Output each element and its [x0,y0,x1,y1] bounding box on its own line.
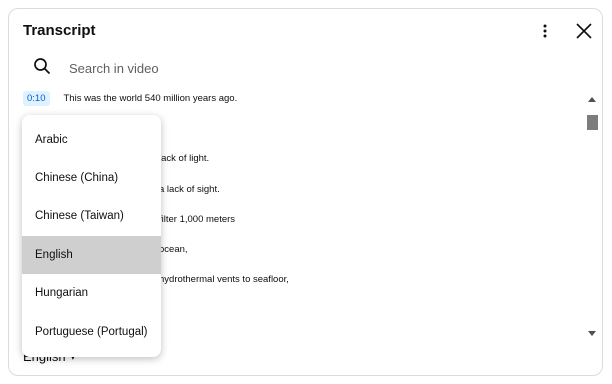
close-icon [575,22,593,45]
segment-text: ocean, [159,243,188,255]
more-options-button[interactable] [533,21,557,45]
language-option-chinese-china[interactable]: Chinese (China) [22,159,161,197]
segment-text: lack of light. [159,152,210,164]
more-vert-icon [537,23,553,44]
scroll-thumb[interactable] [587,115,598,130]
language-dropdown-menu: Arabic Chinese (China) Chinese (Taiwan) … [22,115,161,357]
segment-text: This was the world 540 million years ago… [63,92,238,104]
scroll-up-arrow-icon[interactable] [588,97,596,102]
panel-title: Transcript [23,22,96,39]
transcript-scrollbar[interactable] [584,93,600,343]
segment-text: filter 1,000 meters [159,213,236,225]
close-button[interactable] [572,21,596,45]
language-option-portuguese-portugal[interactable]: Portuguese (Portugal) [22,313,161,351]
search-input[interactable] [67,59,471,77]
language-option-label: Chinese (China) [35,172,119,184]
language-option-hungarian[interactable]: Hungarian [22,274,161,312]
transcript-row[interactable]: 0:10 This was the world 540 million year… [23,89,237,107]
language-option-label: English [35,249,73,261]
transcript-row[interactable]: filter 1,000 meters [159,210,235,228]
segment-text: hydrothermal vents to seafloor, [159,273,289,285]
search-icon[interactable] [33,57,51,80]
language-option-arabic[interactable]: Arabic [22,121,161,159]
transcript-row[interactable]: ocean, [159,240,188,258]
transcript-row[interactable]: a lack of sight. [159,180,220,198]
language-option-label: Hungarian [35,287,89,299]
language-option-label: Chinese (Taiwan) [35,210,124,222]
transcript-row[interactable]: lack of light. [159,149,209,167]
language-option-chinese-taiwan[interactable]: Chinese (Taiwan) [22,197,161,235]
language-option-label: Portuguese (Portugal) [35,326,148,338]
transcript-row[interactable]: hydrothermal vents to seafloor, [159,270,289,288]
timestamp[interactable]: 0:10 [23,90,50,106]
segment-text: a lack of sight. [159,183,220,195]
language-option-label: Arabic [35,134,68,146]
scroll-down-arrow-icon[interactable] [588,331,596,336]
search-bar [33,55,513,81]
language-option-english[interactable]: English [22,236,161,274]
